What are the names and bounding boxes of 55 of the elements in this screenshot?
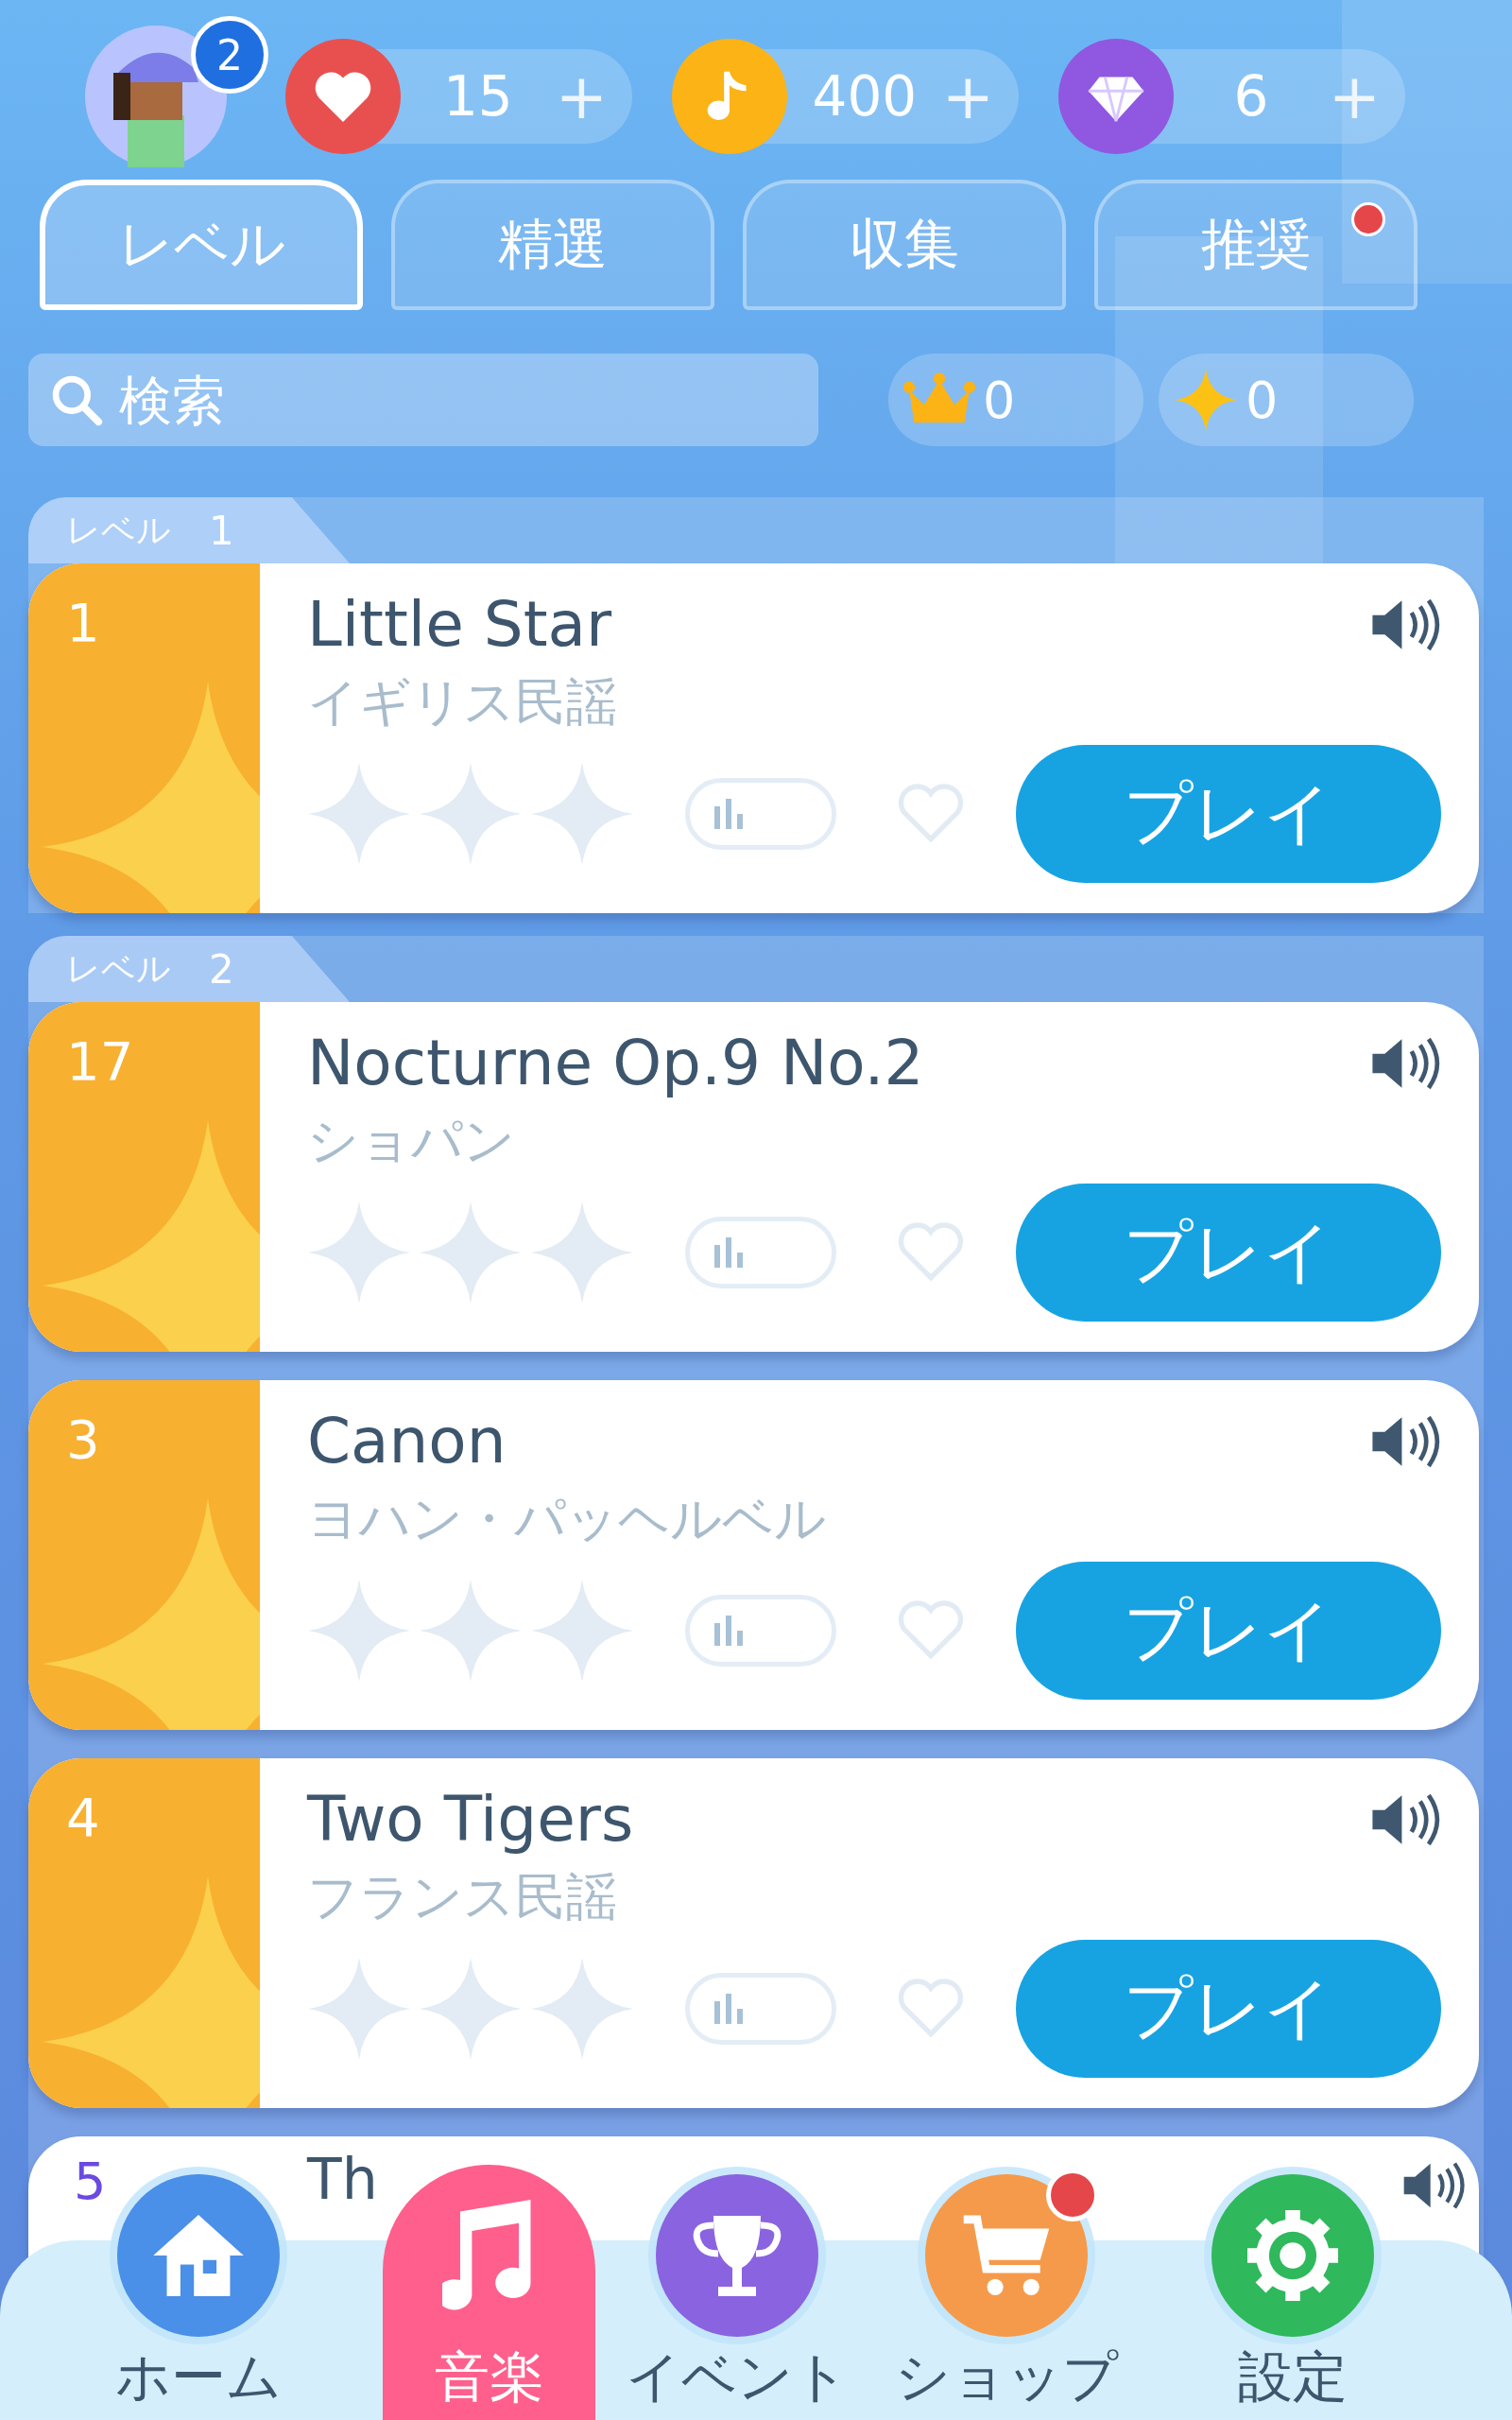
- sparkle-icon: [43, 682, 260, 913]
- nav-tab[interactable]: イベント: [624, 2165, 850, 2420]
- tab[interactable]: 収集: [743, 180, 1066, 310]
- song-artist: イギリス民謡: [307, 671, 618, 734]
- settings-icon: [1246, 2210, 1338, 2301]
- tab[interactable]: 精選: [391, 180, 714, 310]
- tab[interactable]: 推奨: [1094, 180, 1418, 310]
- currency-amount: 400: [811, 64, 919, 129]
- tab[interactable]: レベル: [40, 180, 363, 310]
- counter-value: 0: [983, 370, 1016, 430]
- currency-amount: 15: [441, 64, 514, 129]
- sparkle-icon: [43, 1498, 260, 1730]
- level-number: 2: [209, 945, 234, 993]
- song-artist: ショパン: [307, 1110, 516, 1172]
- add-button[interactable]: +: [555, 60, 632, 133]
- difficulty-icon: [685, 778, 836, 850]
- song-title: Little Star: [307, 588, 612, 661]
- star-icon: [307, 1579, 411, 1683]
- currency-amount: 6: [1232, 64, 1270, 129]
- play-button[interactable]: プレイ: [1016, 1184, 1441, 1322]
- difficulty-icon: [685, 1973, 836, 2045]
- level-label: レベル: [66, 509, 171, 551]
- add-button[interactable]: +: [941, 60, 1019, 133]
- difficulty-icon: [685, 1217, 836, 1288]
- star-icon: [307, 762, 411, 866]
- play-button[interactable]: プレイ: [1016, 1940, 1441, 2078]
- play-button[interactable]: プレイ: [1016, 1562, 1441, 1700]
- song-number: 1: [66, 592, 100, 653]
- song-number: 17: [66, 1030, 134, 1092]
- house-icon: [153, 2215, 244, 2296]
- nav-tab[interactable]: ショップ: [893, 2165, 1120, 2420]
- song-title: Two Tigers: [307, 1783, 634, 1856]
- star-icon: [307, 1957, 411, 2061]
- level-label: レベル: [66, 947, 171, 990]
- star-icon: [530, 1957, 634, 2061]
- star-icon: [530, 1201, 634, 1305]
- counter-value: 0: [1246, 370, 1279, 430]
- nav-tab[interactable]: 音楽: [383, 2165, 595, 2420]
- level-number: 1: [209, 507, 234, 554]
- sparkle-icon: [43, 1876, 260, 2108]
- difficulty-icon: [685, 1595, 836, 1667]
- song-artist: フランス民謡: [307, 1866, 618, 1928]
- song-title: Th: [307, 2146, 378, 2212]
- star-icon: [307, 1201, 411, 1305]
- song-title: Canon: [307, 1405, 507, 1478]
- star-icon: [530, 762, 634, 866]
- song-artist: ヨハン・パッヘルベル: [307, 1488, 827, 1550]
- song-title: Nocturne Op.9 No.2: [307, 1027, 924, 1099]
- song-number: 3: [66, 1409, 100, 1470]
- sparkle-icon: [43, 1120, 260, 1352]
- play-button[interactable]: プレイ: [1016, 745, 1441, 883]
- add-button[interactable]: +: [1328, 60, 1405, 133]
- song-number: 5: [74, 2152, 107, 2211]
- star-icon: [530, 1579, 634, 1683]
- song-number: 4: [66, 1787, 100, 1848]
